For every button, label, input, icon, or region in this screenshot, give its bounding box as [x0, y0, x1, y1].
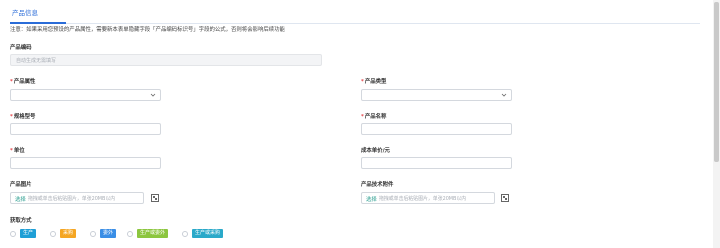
radio-button[interactable]: [90, 230, 96, 237]
product-image-select-button[interactable]: 选择: [15, 195, 26, 203]
acquisition-label: 获取方式: [10, 218, 32, 224]
scrollbar-thumb[interactable]: [714, 2, 719, 162]
tab-bar: 产品信息: [10, 7, 700, 24]
cost-price-input[interactable]: [361, 157, 512, 169]
product-image-label: 产品图片: [10, 182, 32, 188]
unit-label: *单位: [10, 148, 25, 154]
radio-button[interactable]: [10, 230, 16, 237]
acquisition-tag: 采购: [60, 229, 77, 238]
tab-product-info[interactable]: 产品信息: [10, 7, 66, 24]
spec-model-input[interactable]: [10, 123, 161, 135]
acquisition-tag: 生产或采购: [192, 229, 224, 238]
product-name-input[interactable]: [361, 123, 512, 135]
product-attribute-select[interactable]: [10, 89, 161, 101]
radio-button[interactable]: [182, 230, 188, 237]
product-name-label: *产品名称: [361, 114, 387, 120]
qr-code-icon[interactable]: [501, 194, 509, 202]
tech-attachment-hint: 拖拽或单击后粘贴图片，单张20MB以内: [379, 196, 467, 203]
spec-model-label: *规格型号: [10, 114, 36, 120]
acquisition-tag: 生产: [20, 229, 37, 238]
chevron-down-icon: [501, 93, 507, 97]
product-code-label: 产品编码: [10, 45, 32, 51]
product-type-select[interactable]: [361, 89, 512, 101]
product-code-placeholder: 自动生成无需填写: [16, 58, 57, 64]
radio-button[interactable]: [127, 230, 133, 237]
chevron-down-icon: [150, 93, 156, 97]
tab-product-info-label: 产品信息: [12, 9, 38, 17]
acquisition-tag: 生产或委外: [137, 229, 169, 238]
tech-attachment-select-button[interactable]: 选择: [366, 195, 377, 203]
product-type-label: *产品类型: [361, 79, 387, 85]
product-attribute-label: *产品属性: [10, 79, 36, 85]
tab-active-indicator: [10, 22, 66, 24]
product-image-hint: 拖拽或单击后粘贴图片，单张20MB以内: [28, 196, 116, 203]
tech-attachment-label: 产品技术附件: [361, 182, 394, 188]
unit-input[interactable]: [10, 157, 161, 169]
form-note: 注意：如果采用您预设的产品属性，需要新本表单隐藏字段「产品编码标识号」字段的公式…: [10, 27, 285, 33]
vertical-scrollbar[interactable]: [713, 0, 720, 248]
tech-attachment-upload[interactable]: 选择 拖拽或单击后粘贴图片，单张20MB以内: [361, 192, 495, 204]
radio-button[interactable]: [50, 230, 56, 237]
product-image-upload[interactable]: 选择 拖拽或单击后粘贴图片，单张20MB以内: [10, 192, 144, 204]
cost-price-label: 成本单价/元: [361, 148, 390, 154]
qr-code-icon[interactable]: [151, 194, 159, 202]
product-code-field: 自动生成无需填写: [10, 54, 322, 66]
acquisition-tag: 委外: [100, 229, 117, 238]
